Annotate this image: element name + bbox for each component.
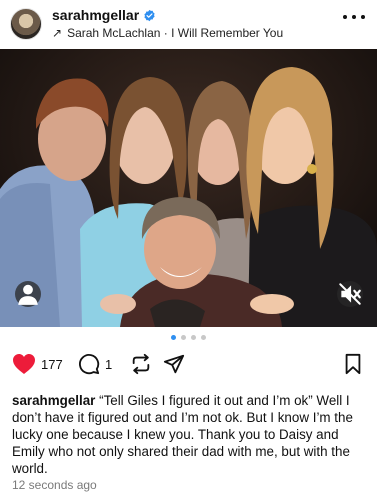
more-dot-icon bbox=[343, 15, 347, 19]
speaker-muted-icon bbox=[339, 283, 361, 305]
repost-action bbox=[130, 353, 152, 375]
carousel-dot bbox=[181, 335, 186, 340]
username[interactable]: sarahmgellar bbox=[52, 7, 139, 23]
audio-arrow-icon: ↗ bbox=[52, 26, 63, 40]
carousel-dot-active bbox=[171, 335, 176, 340]
post-photo[interactable] bbox=[0, 49, 377, 327]
more-dot-icon bbox=[352, 15, 356, 19]
repost-icon[interactable] bbox=[130, 353, 152, 375]
post-caption: sarahmgellar “Tell Giles I figured it ou… bbox=[12, 392, 368, 477]
heart-filled-icon[interactable] bbox=[12, 353, 36, 375]
group-photo-illustration bbox=[0, 49, 377, 327]
comment-icon[interactable] bbox=[78, 353, 100, 375]
post-timestamp: 12 seconds ago bbox=[12, 478, 97, 492]
profile-avatar[interactable] bbox=[10, 8, 42, 40]
like-action: 177 bbox=[12, 353, 63, 375]
more-options-button[interactable] bbox=[343, 10, 365, 24]
comment-action: 1 bbox=[78, 353, 112, 375]
user-icon bbox=[18, 284, 38, 305]
post-actions-bar: 177 1 bbox=[0, 353, 377, 383]
audio-attribution[interactable]: ↗ Sarah McLachlan · I Will Remember You bbox=[52, 26, 283, 40]
send-icon[interactable] bbox=[163, 353, 185, 375]
carousel-indicator bbox=[0, 335, 377, 340]
mute-toggle-button[interactable] bbox=[337, 281, 363, 307]
bookmark-icon[interactable] bbox=[343, 353, 363, 375]
verified-badge-icon bbox=[144, 9, 155, 21]
post-header: sarahmgellar ↗ Sarah McLachlan · I Will … bbox=[0, 0, 377, 48]
save-action bbox=[343, 353, 363, 375]
tagged-users-button[interactable] bbox=[15, 281, 41, 307]
username-row: sarahmgellar bbox=[52, 7, 156, 23]
carousel-dot bbox=[201, 335, 206, 340]
likes-count[interactable]: 177 bbox=[41, 357, 63, 372]
share-action bbox=[163, 353, 185, 375]
caption-username[interactable]: sarahmgellar bbox=[12, 393, 95, 408]
comments-count[interactable]: 1 bbox=[105, 357, 112, 372]
more-dot-icon bbox=[361, 15, 365, 19]
audio-title: Sarah McLachlan · I Will Remember You bbox=[67, 26, 284, 40]
carousel-dot bbox=[191, 335, 196, 340]
